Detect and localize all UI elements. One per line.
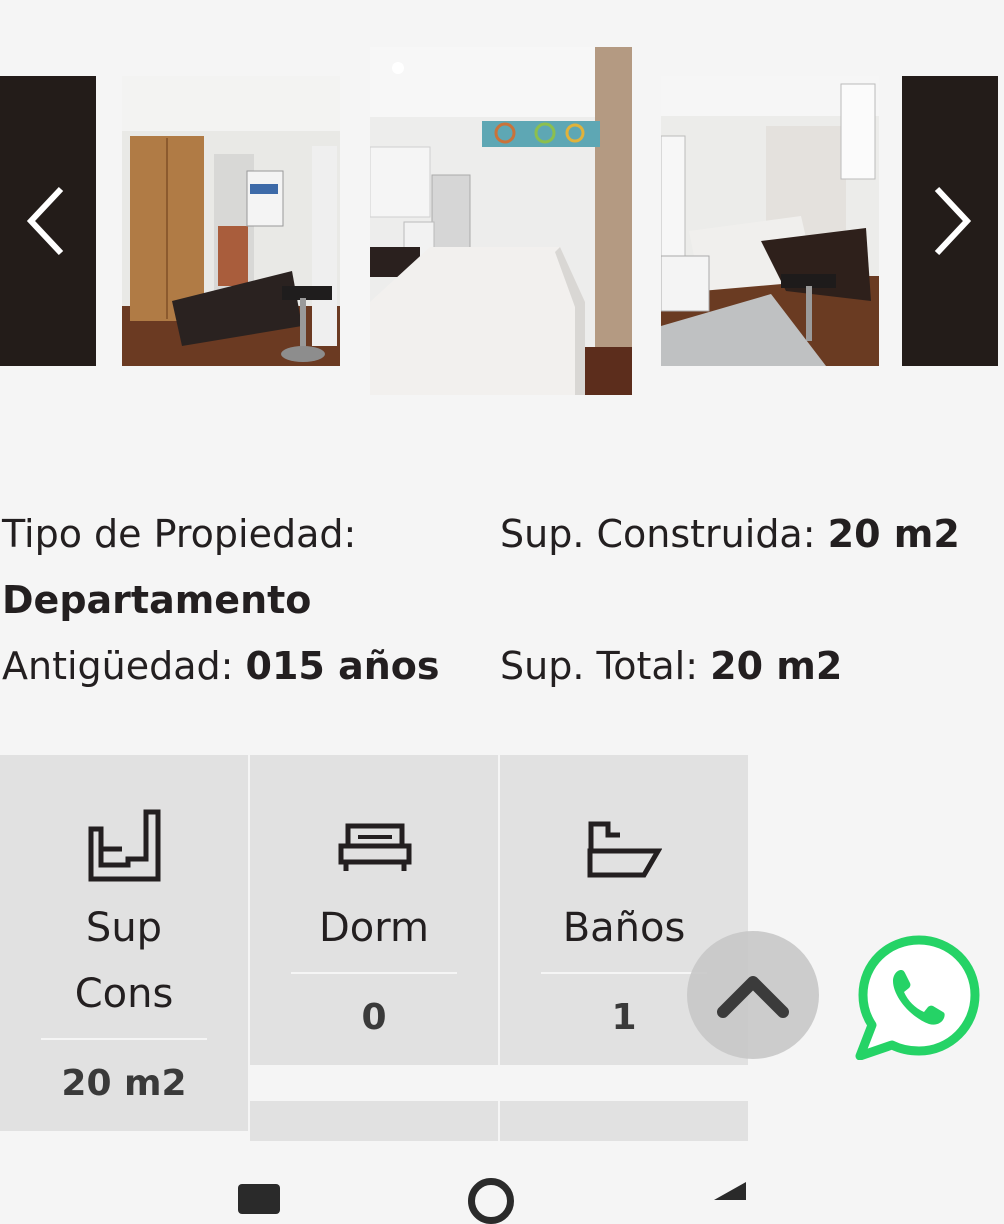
carousel-next-button[interactable] <box>902 76 998 366</box>
stat-label-dorm: Dorm <box>319 905 429 951</box>
studio-overview-photo <box>661 76 879 366</box>
stat-divider <box>291 972 457 974</box>
stat-label-cons: Cons <box>74 971 174 1017</box>
antiguedad-row: Antigüedad: 015 años <box>2 644 440 688</box>
bedroom-photo <box>370 47 632 395</box>
sup-total-row: Sup. Total: 20 m2 <box>500 644 842 688</box>
chevron-right-icon <box>934 186 972 256</box>
whatsapp-icon <box>855 935 980 1061</box>
antiguedad-label: Antigüedad: <box>2 644 234 688</box>
stat-value-sup-cons: 20 m2 <box>61 1063 187 1104</box>
antiguedad-value: 015 años <box>245 644 440 688</box>
kitchen-dining-photo <box>122 76 340 366</box>
stat-card-sup-cons: Sup Cons 20 m2 <box>0 755 248 1131</box>
carousel-image-1[interactable] <box>122 76 340 366</box>
stat-label-sup: Sup <box>85 905 163 951</box>
stat-card-dorm: Dorm 0 <box>250 755 498 1065</box>
stat-value-dorm: 0 <box>361 997 387 1038</box>
whatsapp-button[interactable] <box>855 934 983 1061</box>
sup-construida-label: Sup. Construida: <box>500 512 816 556</box>
scroll-top-button[interactable] <box>687 931 819 1059</box>
tipo-propiedad-label: Tipo de Propiedad: <box>2 512 357 556</box>
floorplan-icon <box>88 809 161 882</box>
stat-card-partial <box>500 1101 748 1141</box>
stat-divider <box>41 1038 207 1040</box>
bathtub-icon <box>587 821 662 878</box>
stat-card-partial <box>250 1101 498 1141</box>
chevron-up-icon <box>717 976 789 1018</box>
carousel-prev-button[interactable] <box>0 76 96 366</box>
bed-icon <box>338 823 412 871</box>
carousel-image-2[interactable] <box>370 47 632 395</box>
sup-construida-value: 20 m2 <box>827 512 960 556</box>
nav-home-icon[interactable] <box>468 1178 514 1224</box>
sup-construida-row: Sup. Construida: 20 m2 <box>500 512 960 556</box>
chevron-left-icon <box>26 186 64 256</box>
nav-recents-icon[interactable] <box>238 1184 280 1214</box>
tipo-propiedad-value: Departamento <box>2 578 312 622</box>
sup-total-value: 20 m2 <box>710 644 843 688</box>
stat-divider <box>541 972 707 974</box>
nav-back-icon[interactable] <box>706 1180 750 1200</box>
carousel-image-3[interactable] <box>661 76 879 366</box>
sup-total-label: Sup. Total: <box>500 644 699 688</box>
